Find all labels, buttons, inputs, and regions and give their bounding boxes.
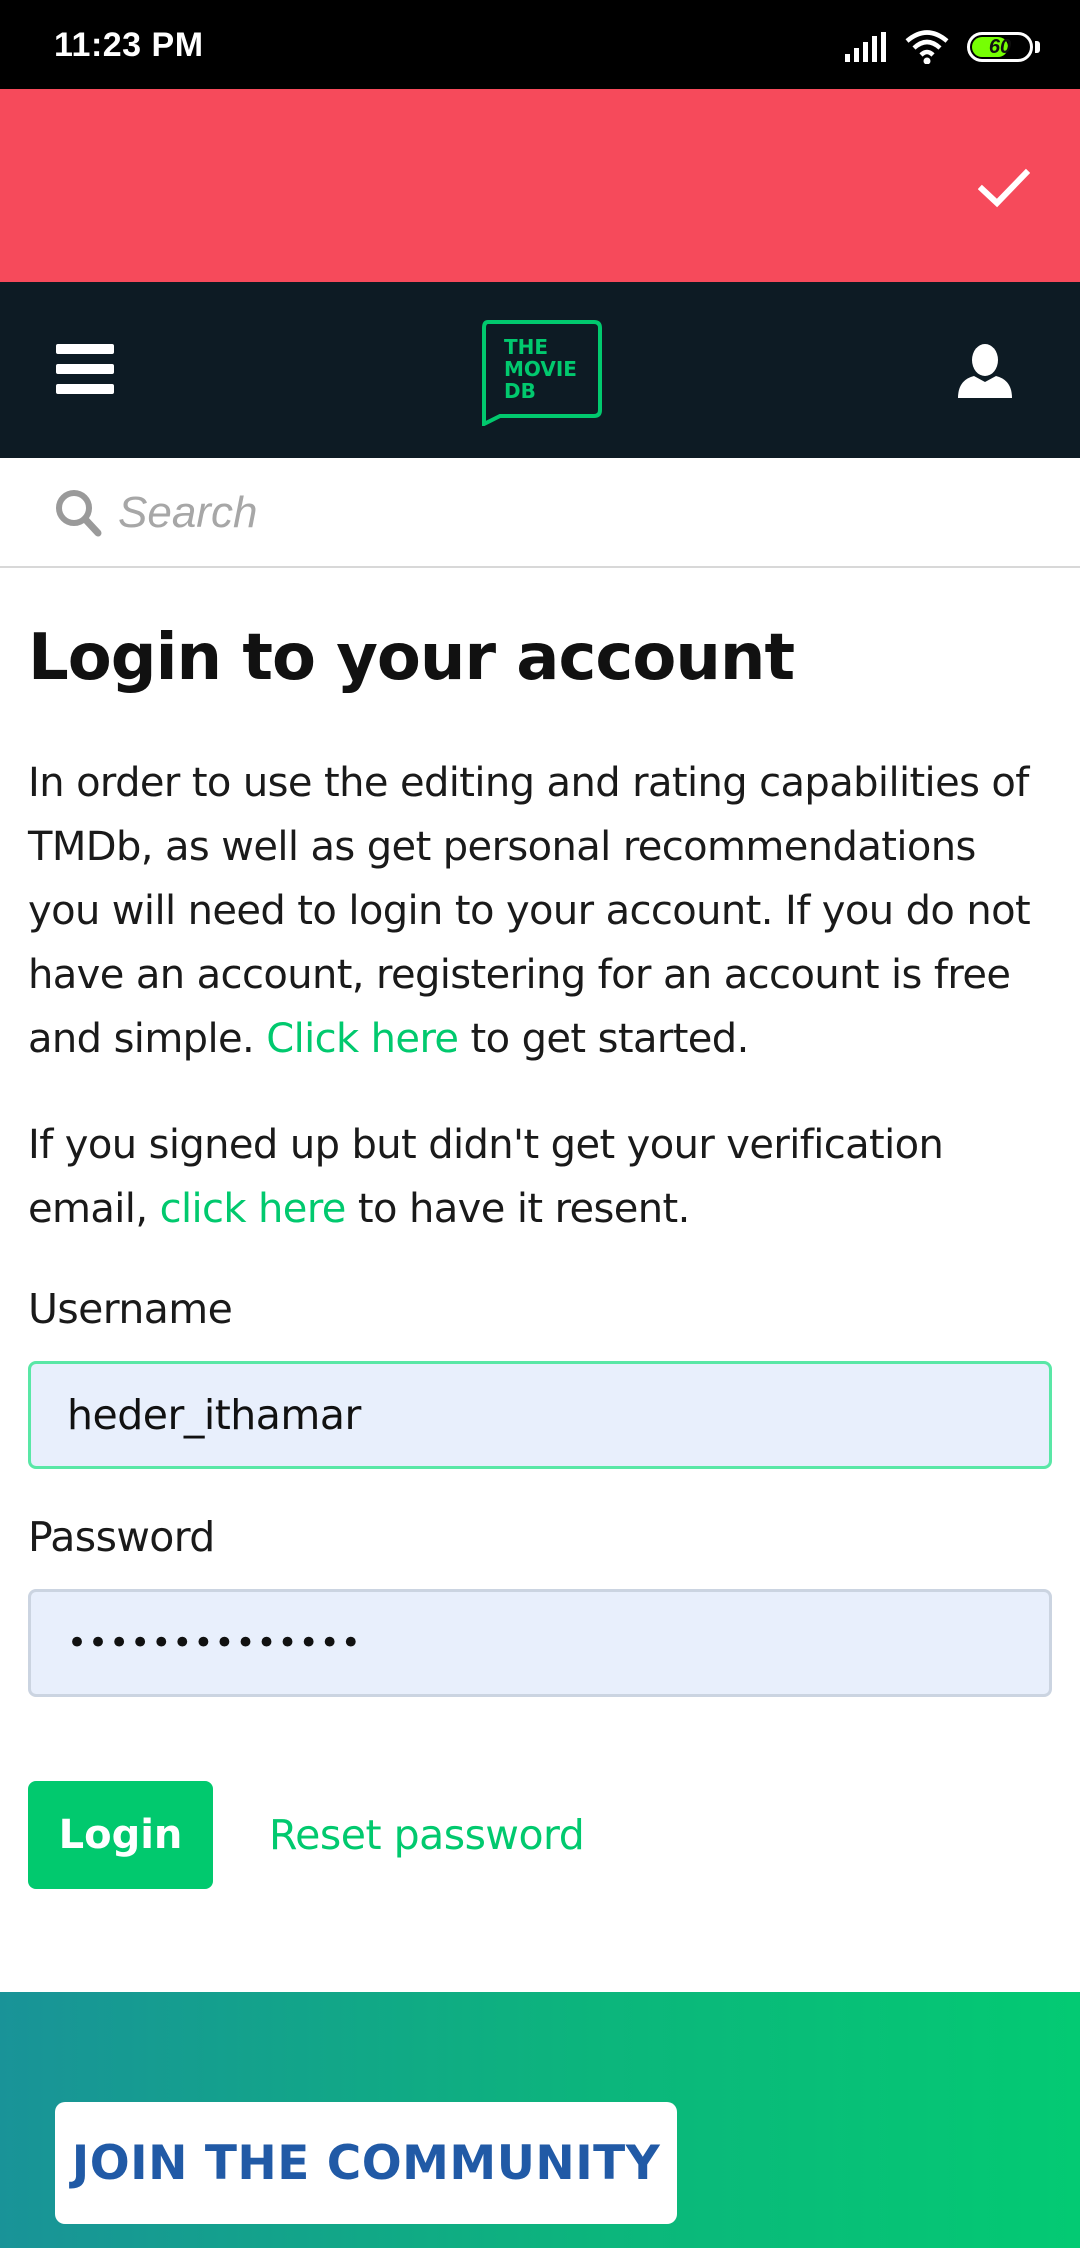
community-section: JOIN THE COMMUNITY: [0, 1992, 1080, 2248]
page-title: Login to your account: [28, 621, 795, 695]
battery-level: 60: [988, 36, 1012, 58]
register-link[interactable]: Click here: [266, 1016, 459, 1062]
search-icon: [56, 490, 102, 537]
form-actions: Login Reset password: [28, 1780, 1058, 1889]
logo-line-1: THE: [504, 335, 548, 359]
signal-icon: [845, 32, 886, 62]
user-icon[interactable]: [956, 342, 1014, 400]
check-icon[interactable]: [978, 161, 1030, 213]
intro-after: to get started.: [470, 1015, 750, 1062]
join-community-button[interactable]: JOIN THE COMMUNITY: [55, 2102, 677, 2224]
status-time: 11:23 PM: [54, 26, 204, 64]
logo-line-2: MOVIE: [504, 357, 577, 381]
status-bar: 11:23 PM 60: [0, 0, 1080, 89]
status-icons: 60: [845, 30, 1040, 64]
tmdb-logo[interactable]: THE MOVIE DB: [478, 318, 604, 426]
wifi-icon: [905, 30, 949, 64]
password-field[interactable]: [28, 1588, 1052, 1697]
password-label: Password: [28, 1512, 215, 1561]
username-label: Username: [28, 1284, 233, 1333]
top-nav-bar: THE MOVIE DB: [0, 282, 1080, 458]
intro-paragraph: In order to use the editing and rating c…: [28, 751, 1058, 1071]
resend-verification-link[interactable]: click here: [160, 1186, 347, 1232]
username-field[interactable]: [28, 1360, 1052, 1469]
logo-line-3: DB: [504, 379, 536, 403]
battery-icon: 60: [967, 32, 1033, 62]
reset-password-link[interactable]: Reset password: [269, 1811, 585, 1859]
login-content: Login to your account In order to use th…: [28, 620, 1058, 1889]
notification-banner: [0, 89, 1080, 282]
verify-after: to have it resent.: [357, 1185, 690, 1232]
search-bar: [0, 458, 1080, 568]
login-button[interactable]: Login: [28, 1780, 213, 1889]
hamburger-menu-icon[interactable]: [56, 344, 114, 394]
verify-paragraph: If you signed up but didn't get your ver…: [28, 1113, 1058, 1241]
search-input[interactable]: [118, 480, 1018, 546]
